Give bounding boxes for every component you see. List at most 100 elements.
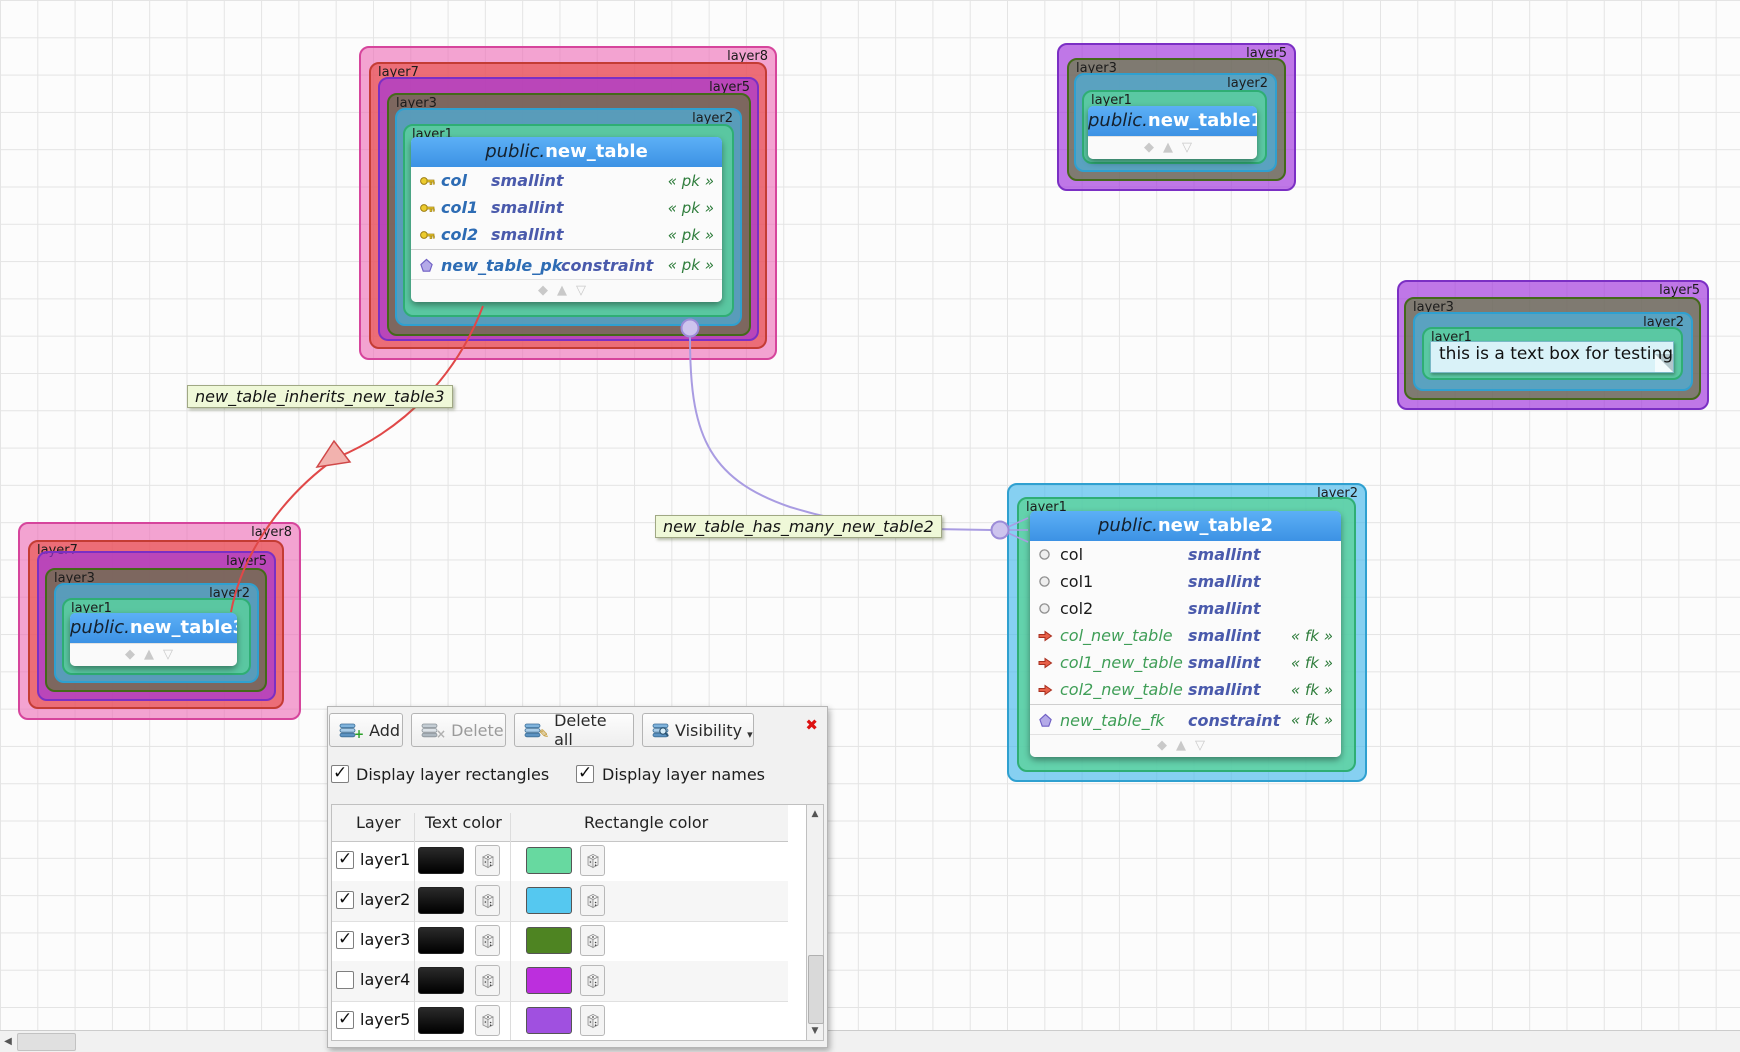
layer5-rectangle[interactable]: layer5 layer3 layer2 layer1 public.new_t… — [378, 77, 759, 341]
rectangle-color-swatch[interactable] — [526, 887, 572, 914]
layer2-rectangle[interactable]: layer2 layer1 public.new_table2 col smal… — [1007, 483, 1367, 782]
attributes-toggle-icon[interactable]: ▲ — [144, 647, 163, 662]
table-new_table2[interactable]: public.new_table2 col smallint col1 smal… — [1030, 511, 1341, 757]
column-row[interactable]: col2 smallint — [1030, 595, 1341, 622]
layer1-rectangle[interactable]: layer1 public.new_table3 ◆▲▽ — [62, 598, 251, 675]
add-layer-button[interactable]: + Add — [329, 713, 403, 747]
random-text-color-button[interactable] — [475, 925, 500, 956]
random-rect-color-button[interactable] — [580, 925, 605, 956]
rectangle-color-swatch[interactable] — [526, 1007, 572, 1034]
random-text-color-button[interactable] — [475, 1005, 500, 1036]
fk-column-row[interactable]: col1_new_table smallint « fk » — [1030, 649, 1341, 676]
scroll-up-icon[interactable]: ▲ — [807, 809, 823, 819]
text-color-swatch[interactable] — [418, 967, 464, 994]
layer8-rectangle[interactable]: layer8 layer7 layer5 layer3 layer2 layer… — [359, 46, 777, 360]
text-color-swatch[interactable] — [418, 1007, 464, 1034]
random-rect-color-button[interactable] — [580, 965, 605, 996]
column-row[interactable]: col1 smallint « pk » — [411, 194, 722, 221]
hscrollbar-thumb[interactable] — [17, 1033, 76, 1051]
layer5-rectangle[interactable]: layer5 layer3 layer2 layer1 this is a te… — [1397, 280, 1709, 410]
column-row[interactable]: col smallint — [1030, 541, 1341, 568]
layer2-rectangle[interactable]: layer2 layer1 this is a text box for tes… — [1413, 312, 1693, 391]
attributes-toggle-icon[interactable]: ▲ — [1176, 738, 1195, 753]
layer-visible-checkbox[interactable] — [336, 891, 354, 909]
constraint-row[interactable]: new_table_pk constraint « pk » — [411, 251, 722, 279]
ext-attributes-toggle-icon[interactable]: ▽ — [1182, 140, 1201, 155]
table-title-bar[interactable]: public.new_table — [411, 137, 722, 167]
layers-table-scrollbar[interactable]: ▲ ▼ — [806, 804, 824, 1041]
layer8-rectangle[interactable]: layer8 layer7 layer5 layer3 layer2 layer… — [18, 522, 301, 720]
layer-visible-checkbox[interactable] — [336, 1011, 354, 1029]
layer-row[interactable]: layer1 — [332, 841, 788, 882]
ext-attributes-toggle-icon[interactable]: ▽ — [163, 647, 182, 662]
random-rect-color-button[interactable] — [580, 1005, 605, 1036]
canvas-horizontal-scrollbar[interactable]: ◀ — [0, 1030, 1740, 1052]
text-color-swatch[interactable] — [418, 847, 464, 874]
relationship-label[interactable]: new_table_has_many_new_table2 — [655, 515, 942, 538]
table-title-bar[interactable]: public.new_table1 — [1088, 106, 1257, 136]
layer5-rectangle[interactable]: layer5 layer3 layer2 layer1 public.new_t… — [1057, 43, 1296, 191]
layer-visible-checkbox[interactable] — [336, 851, 354, 869]
scroll-down-icon[interactable]: ▼ — [807, 1026, 823, 1036]
layer1-rectangle[interactable]: layer1 public.new_table col smallint « p… — [403, 124, 734, 317]
close-panel-icon[interactable]: ✖ — [805, 716, 818, 734]
diagram-canvas[interactable]: layer8 layer7 layer5 layer3 layer2 layer… — [0, 0, 1740, 1052]
layer-row[interactable]: layer5 — [332, 1001, 788, 1041]
ext-attributes-toggle-icon[interactable]: ▽ — [576, 283, 595, 298]
attributes-toggle-icon[interactable]: ▲ — [557, 283, 576, 298]
layer1-rectangle[interactable]: layer1 public.new_table2 col smallint co… — [1017, 497, 1356, 772]
column-row[interactable]: col2 smallint « pk » — [411, 221, 722, 248]
table-new_table1[interactable]: public.new_table1 ◆▲▽ — [1088, 106, 1257, 159]
display-layer-names-checkbox[interactable] — [576, 765, 594, 783]
rectangle-color-swatch[interactable] — [526, 927, 572, 954]
layer7-rectangle[interactable]: layer7 layer5 layer3 layer2 layer1 publi… — [369, 62, 767, 349]
table-title-bar[interactable]: public.new_table2 — [1030, 511, 1341, 541]
rectangle-color-swatch[interactable] — [526, 847, 572, 874]
text-color-swatch[interactable] — [418, 927, 464, 954]
random-text-color-button[interactable] — [475, 885, 500, 916]
fk-column-row[interactable]: col2_new_table smallint « fk » — [1030, 676, 1341, 703]
text-color-swatch[interactable] — [418, 887, 464, 914]
scroll-left-icon[interactable]: ◀ — [0, 1031, 16, 1052]
random-rect-color-button[interactable] — [580, 845, 605, 876]
relationship-label[interactable]: new_table_inherits_new_table3 — [187, 385, 453, 408]
layer1-rectangle[interactable]: layer1 public.new_table1 ◆▲▽ — [1082, 90, 1267, 164]
scrollbar-thumb[interactable] — [808, 955, 824, 1024]
layer-visible-checkbox[interactable] — [336, 931, 354, 949]
collapse-diamond-icon[interactable]: ◆ — [125, 647, 144, 662]
layer3-rectangle[interactable]: layer3 layer2 layer1 public.new_table3 ◆… — [45, 568, 267, 692]
table-new_table3[interactable]: public.new_table3 ◆▲▽ — [70, 613, 237, 666]
layer5-rectangle[interactable]: layer5 layer3 layer2 layer1 public.new_t… — [37, 551, 276, 701]
layer-visible-checkbox[interactable] — [336, 971, 354, 989]
layer1-rectangle[interactable]: layer1 this is a text box for testing — [1422, 327, 1683, 380]
fk-column-row[interactable]: col_new_table smallint « fk » — [1030, 622, 1341, 649]
layer2-rectangle[interactable]: layer2 layer1 public.new_table3 ◆▲▽ — [54, 583, 259, 683]
attributes-toggle-icon[interactable]: ▲ — [1163, 140, 1182, 155]
collapse-diamond-icon[interactable]: ◆ — [1157, 738, 1176, 753]
table-title-bar[interactable]: public.new_table3 — [70, 613, 237, 643]
table-new_table[interactable]: public.new_table col smallint « pk » co — [411, 137, 722, 302]
layer2-rectangle[interactable]: layer2 layer1 public.new_table1 ◆▲▽ — [1074, 73, 1277, 172]
layer7-rectangle[interactable]: layer7 layer5 layer3 layer2 layer1 publi… — [28, 540, 284, 709]
layer3-rectangle[interactable]: layer3 layer2 layer1 this is a text box … — [1404, 297, 1701, 400]
delete-layer-button[interactable]: × Delete — [411, 713, 506, 747]
column-row[interactable]: col smallint « pk » — [411, 167, 722, 194]
constraint-row[interactable]: new_table_fk constraint « fk » — [1030, 706, 1341, 734]
layer3-rectangle[interactable]: layer3 layer2 layer1 public.new_table1 ◆… — [1067, 58, 1286, 181]
collapse-diamond-icon[interactable]: ◆ — [538, 283, 557, 298]
text-box[interactable]: this is a text box for testing — [1430, 341, 1674, 373]
ext-attributes-toggle-icon[interactable]: ▽ — [1195, 738, 1214, 753]
column-row[interactable]: col1 smallint — [1030, 568, 1341, 595]
layer-row[interactable]: layer2 — [332, 881, 788, 922]
layer3-rectangle[interactable]: layer3 layer2 layer1 public.new_table co… — [387, 93, 751, 336]
visibility-button[interactable]: Visibility ▾ — [642, 713, 754, 747]
delete-all-layers-button[interactable]: ✎ Delete all — [514, 713, 634, 747]
random-text-color-button[interactable] — [475, 845, 500, 876]
random-rect-color-button[interactable] — [580, 885, 605, 916]
rectangle-color-swatch[interactable] — [526, 967, 572, 994]
collapse-diamond-icon[interactable]: ◆ — [1144, 140, 1163, 155]
layer-row[interactable]: layer3 — [332, 921, 788, 962]
layer-row[interactable]: layer4 — [332, 961, 788, 1002]
display-layer-rectangles-checkbox[interactable] — [331, 765, 349, 783]
layer2-rectangle[interactable]: layer2 layer1 public.new_table col small… — [395, 108, 742, 326]
